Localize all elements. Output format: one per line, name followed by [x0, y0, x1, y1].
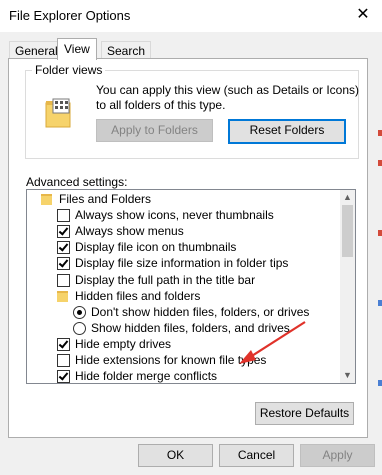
checkbox[interactable]: [57, 241, 70, 255]
checkbox[interactable]: [57, 370, 70, 383]
scroll-thumb[interactable]: [342, 205, 353, 257]
window-title: File Explorer Options: [9, 8, 131, 23]
tree-item-label: Display file icon on thumbnails: [75, 240, 237, 255]
tree-item-label: Always show icons, never thumbnails: [75, 208, 274, 223]
cancel-button[interactable]: Cancel: [219, 444, 294, 467]
checkbox[interactable]: [57, 209, 70, 223]
background-edge-mark: [378, 130, 382, 136]
view-tab-page: Folder views You can apply this view (su…: [8, 58, 368, 438]
checkbox[interactable]: [57, 257, 70, 271]
tree-item-label: Display file size information in folder …: [75, 256, 289, 271]
background-edge-mark: [378, 300, 382, 306]
scroll-up-arrow-icon[interactable]: ▲: [340, 190, 355, 205]
radio-button[interactable]: [73, 321, 86, 335]
tree-item-label: Display the full path in the title bar: [75, 272, 256, 287]
scroll-down-arrow-icon[interactable]: ▼: [340, 368, 355, 383]
folder-views-description: You can apply this view (such as Details…: [96, 83, 360, 112]
checkbox[interactable]: [57, 225, 70, 239]
reset-folders-button[interactable]: Reset Folders: [228, 119, 346, 144]
folder-icon: [57, 290, 68, 302]
close-button[interactable]: ✕: [350, 4, 376, 26]
folder-views-label: Folder views: [32, 63, 106, 77]
tree-item-label: Hide folder merge conflicts: [75, 369, 218, 384]
tree-item-label: Always show menus: [75, 224, 184, 239]
radio-button[interactable]: [73, 305, 86, 319]
tree-item-label: Hidden files and folders: [75, 288, 201, 303]
folder-icon: [41, 194, 52, 205]
checkbox[interactable]: [57, 354, 70, 367]
title-bar: File Explorer Options ✕: [0, 0, 382, 32]
advanced-settings-label: Advanced settings:: [26, 175, 128, 189]
background-edge-mark: [378, 230, 382, 236]
tree-item-label: Files and Folders: [59, 192, 152, 206]
apply-button[interactable]: Apply: [300, 444, 375, 467]
advanced-settings-list[interactable]: Files and Folders Always show icons, neve…: [26, 189, 356, 384]
ok-button[interactable]: OK: [138, 444, 213, 467]
tab-view[interactable]: View: [57, 38, 97, 60]
tree-item-label: Hide extensions for known file types: [75, 353, 267, 367]
checkbox[interactable]: [57, 337, 70, 351]
checkbox[interactable]: [57, 273, 70, 287]
tree-item-label: Don't show hidden files, folders, or dri…: [91, 304, 310, 319]
restore-defaults-button[interactable]: Restore Defaults: [255, 402, 354, 425]
apply-to-folders-button[interactable]: Apply to Folders: [96, 119, 213, 142]
tree-item-label: Show hidden files, folders, and drives: [91, 320, 290, 335]
scrollbar[interactable]: ▲ ▼: [340, 190, 355, 383]
background-edge-mark: [378, 380, 382, 386]
tree-item-label: Hide empty drives: [75, 336, 172, 351]
folder-views-icon: [45, 98, 71, 128]
background-edge-mark: [378, 160, 382, 166]
